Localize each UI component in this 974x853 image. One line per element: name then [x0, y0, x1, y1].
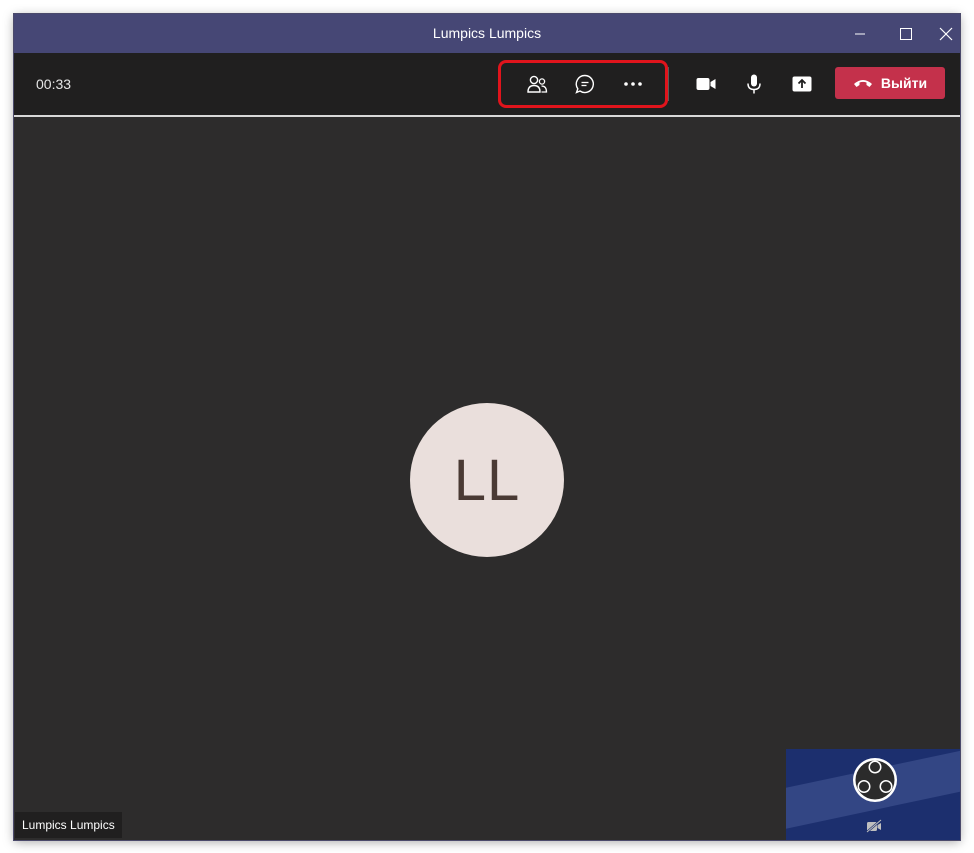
call-toolbar: 00:33 Выйти: [14, 53, 960, 117]
microphone-toggle-button[interactable]: [734, 64, 774, 104]
participant-avatar: LL: [410, 403, 564, 557]
share-screen-button[interactable]: [782, 64, 822, 104]
obs-logo-icon: [853, 758, 897, 802]
camera-toggle-button[interactable]: [686, 64, 726, 104]
share-screen-icon: [792, 76, 812, 92]
title-bar: Lumpics Lumpics: [14, 14, 960, 53]
close-button[interactable]: [926, 14, 960, 53]
camera-off-icon: [866, 819, 882, 833]
call-timer: 00:33: [36, 76, 72, 92]
show-participants-button[interactable]: [517, 64, 557, 104]
more-icon: [624, 82, 642, 86]
teams-call-window: Lumpics Lumpics 00:33 Выйти LL Lumpics L…: [14, 14, 960, 840]
leave-call-label: Выйти: [880, 75, 928, 91]
minimize-button[interactable]: [840, 14, 880, 53]
maximize-icon: [900, 27, 912, 40]
maximize-button[interactable]: [886, 14, 926, 53]
video-camera-icon: [696, 78, 716, 90]
more-actions-button[interactable]: [613, 64, 653, 104]
close-icon: [939, 27, 953, 40]
avatar-initials: LL: [453, 447, 521, 513]
window-title: Lumpics Lumpics: [432, 25, 542, 41]
toolbar-divider: [668, 67, 669, 101]
show-conversation-button[interactable]: [565, 64, 605, 104]
leave-call-button[interactable]: Выйти: [835, 67, 945, 99]
minimize-icon: [855, 33, 865, 34]
microphone-icon: [747, 74, 761, 94]
phone-hangup-icon: [853, 80, 872, 87]
chat-icon: [575, 74, 595, 94]
self-video-preview[interactable]: [786, 749, 960, 840]
participant-name-tag: Lumpics Lumpics: [15, 812, 122, 838]
people-icon: [527, 75, 548, 93]
